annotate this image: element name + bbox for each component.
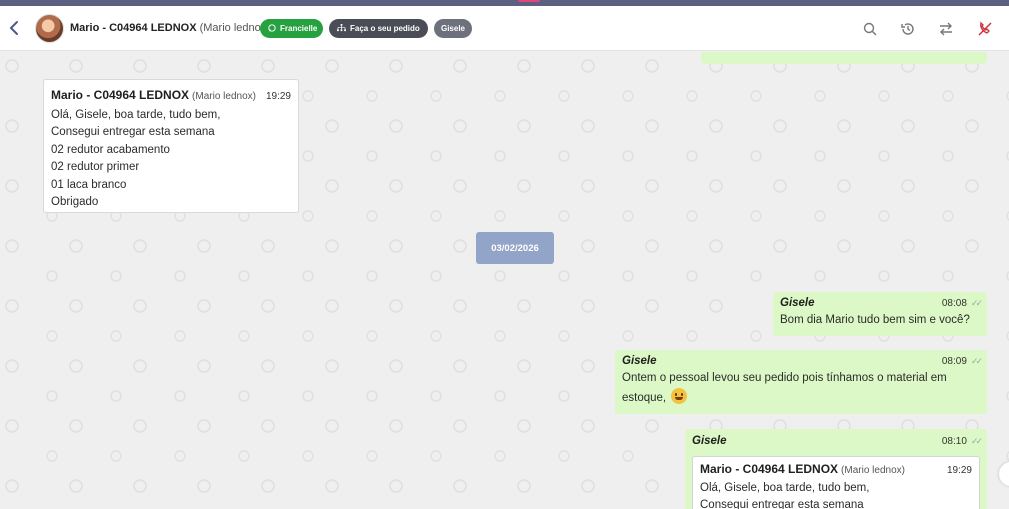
message-line: 02 redutor acabamento — [51, 143, 170, 156]
tag-gisele[interactable]: Gisele — [434, 19, 472, 38]
quote-author: Mario - C04964 LEDNOX (Mario lednox) — [700, 461, 905, 480]
tag-faca-pedido[interactable]: Faça o seu pedido — [329, 19, 428, 38]
message-header: Gisele 08:10 ✓✓ — [692, 433, 983, 451]
message-text: Ontem o pessoal levou seu pedido pois tí… — [622, 370, 980, 407]
end-call-icon — [978, 21, 992, 36]
tag-label: Francielle — [280, 24, 318, 33]
message-line: 01 laca branco — [51, 178, 127, 191]
quote-author-name: Mario - C04964 LEDNOX — [700, 462, 839, 476]
grinning-emoji-icon — [671, 387, 688, 404]
quote-time: 19:29 — [946, 465, 972, 476]
author-name: Mario - C04964 LEDNOX — [51, 88, 190, 102]
transfer-icon — [940, 22, 952, 36]
quote-header: Mario - C04964 LEDNOX (Mario lednox) 19:2… — [700, 461, 972, 480]
message-time: 08:09 — [941, 356, 967, 368]
message-incoming[interactable]: Mario - C04964 LEDNOX (Mario lednox) 19:2… — [43, 79, 299, 213]
double-check-icon: ✓✓ — [970, 356, 983, 367]
scroll-down-button[interactable] — [999, 462, 1009, 486]
message-meta: 08:10 ✓✓ — [941, 433, 983, 451]
tag-label: Faça o seu pedido — [350, 24, 420, 33]
tag-label: Gisele — [440, 24, 465, 33]
message-meta: 08:08 ✓✓ — [941, 295, 983, 313]
tag-francielle[interactable]: Francielle — [260, 19, 323, 38]
history-icon — [901, 23, 914, 35]
contact-name: Mario - C04964 LEDNOX — [70, 22, 197, 34]
message-header: Gisele 08:09 ✓✓ — [622, 353, 983, 371]
message-outgoing[interactable]: Gisele 08:09 ✓✓ Ontem o pessoal levou seu… — [615, 350, 987, 414]
chat-header: Mario - C04964 LEDNOX (Mario lednox) Fra… — [0, 6, 1009, 51]
search-button[interactable] — [861, 20, 879, 38]
contact-title[interactable]: Mario - C04964 LEDNOX (Mario lednox) — [70, 22, 270, 34]
whatsapp-icon — [268, 23, 276, 34]
message-line: Obrigado — [51, 196, 99, 208]
message-text: Bom dia Mario tudo bem sim e você? — [780, 314, 970, 326]
double-check-icon: ✓✓ — [970, 298, 983, 309]
search-icon — [863, 22, 877, 36]
message-bubble-partial — [701, 52, 987, 64]
org-chart-icon — [337, 23, 346, 34]
double-check-icon: ✓✓ — [970, 436, 983, 447]
message-header: Gisele 08:08 ✓✓ — [780, 295, 983, 313]
message-line: Olá, Gisele, boa tarde, tudo bem, — [51, 108, 221, 121]
quote-line: Olá, Gisele, boa tarde, tudo bem, — [700, 481, 870, 494]
chevron-left-icon — [9, 21, 18, 35]
quote-author-sub: (Mario lednox) — [841, 465, 905, 476]
history-button[interactable] — [899, 20, 917, 38]
message-header: Mario - C04964 LEDNOX (Mario lednox) 19:2… — [51, 87, 291, 106]
author-sub: (Mario lednox) — [192, 91, 256, 102]
quote-line: Consegui entregar esta semana — [700, 499, 864, 509]
quoted-message[interactable]: Mario - C04964 LEDNOX (Mario lednox) 19:2… — [692, 456, 980, 509]
message-time: 08:10 — [941, 436, 967, 448]
message-outgoing[interactable]: Gisele 08:10 ✓✓ Mario - C04964 LEDNOX (Mar… — [685, 429, 987, 509]
message-author: Gisele — [622, 355, 657, 368]
message-time: 08:08 — [941, 298, 967, 310]
top-notch — [518, 0, 540, 2]
back-button[interactable] — [6, 18, 22, 38]
message-outgoing[interactable]: Gisele 08:08 ✓✓ Bom dia Mario tudo bem si… — [773, 292, 987, 336]
transfer-button[interactable] — [937, 20, 955, 38]
message-time: 19:29 — [265, 91, 291, 102]
message-author: Mario - C04964 LEDNOX (Mario lednox) — [51, 87, 256, 106]
date-divider: 03/02/2026 — [476, 232, 554, 264]
message-author: Gisele — [780, 297, 815, 310]
message-line: 02 redutor primer — [51, 161, 140, 173]
message-meta: 08:09 ✓✓ — [941, 353, 983, 371]
chat-area[interactable]: Mario - C04964 LEDNOX (Mario lednox) 19:2… — [0, 52, 1009, 509]
avatar[interactable] — [35, 14, 64, 43]
message-line: Consegui entregar esta semana — [51, 126, 215, 138]
message-author: Gisele — [692, 435, 727, 448]
end-conversation-button[interactable] — [976, 20, 994, 38]
